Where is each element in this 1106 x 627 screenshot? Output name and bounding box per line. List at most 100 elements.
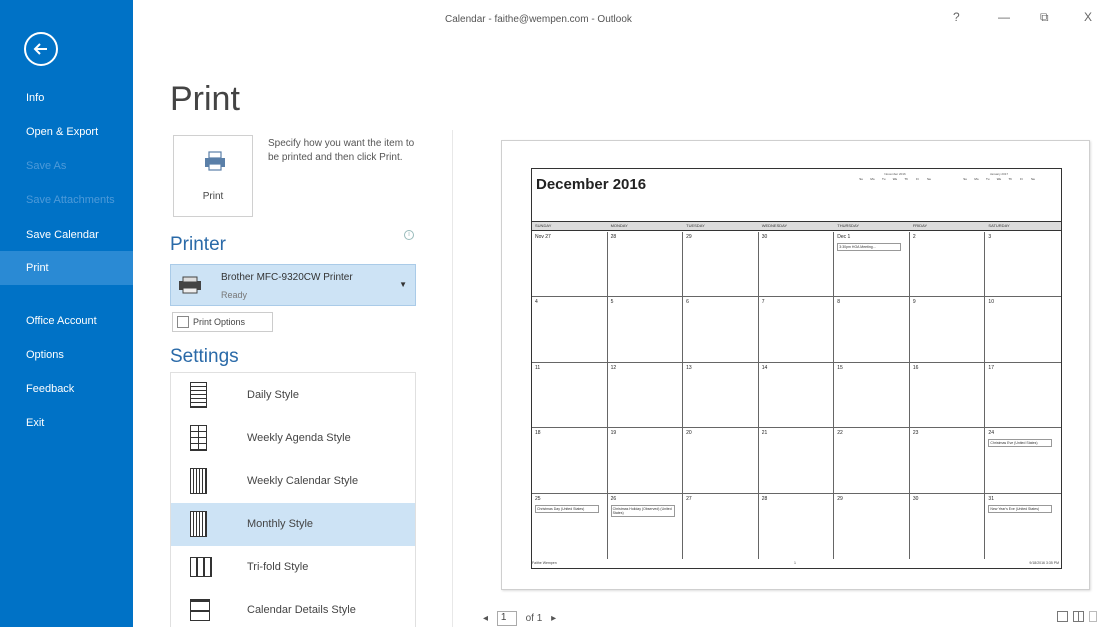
mini-calendar-day-header: Tu [986, 177, 990, 181]
preview-pager: ◂ 1 of 1 ▸ [483, 611, 556, 626]
day-cell: 12 [607, 362, 684, 429]
back-button[interactable] [24, 32, 58, 66]
outlook-backstage-window: Info Open & Export Save As Save Attachme… [0, 0, 1106, 627]
mini-calendar-day-header: Su [859, 177, 863, 181]
day-cell: 22 [834, 428, 910, 494]
day-number: 18 [535, 430, 541, 437]
sidebar-item-options[interactable]: Options [0, 338, 133, 372]
calendar-month-title: December 2016 [536, 176, 647, 193]
day-cell: 10 [985, 297, 1061, 363]
mini-calendar-january: January 2017 Su Mo Tu We Th Fr Sa [960, 172, 1038, 210]
sidebar-item-office-account[interactable]: Office Account [0, 304, 133, 338]
printer-device-icon [179, 276, 201, 294]
close-button[interactable]: X [1084, 10, 1092, 24]
next-page-button[interactable]: ▸ [551, 613, 556, 624]
mini-calendar-day-header: Fr [916, 177, 919, 181]
style-item-monthly[interactable]: Monthly Style [171, 503, 415, 546]
weekday-label: SUNDAY [535, 223, 552, 228]
mini-calendar-day-header: Th [904, 177, 909, 181]
dropdown-arrow-icon: ▼ [399, 280, 407, 289]
day-number: Dec 1 [837, 234, 851, 240]
restore-button[interactable]: ⧉ [1040, 10, 1049, 25]
day-cell: 17 [985, 363, 1061, 429]
calendar-event: Christmas Day (United States) [535, 504, 599, 513]
day-cell: 30 [910, 493, 986, 559]
multiple-pages-icon[interactable] [1073, 611, 1084, 622]
calendar-event: Christmas Eve (United States) [988, 439, 1053, 448]
printer-dropdown[interactable]: Brother MFC-9320CW Printer Ready ▼ [170, 264, 416, 306]
day-number: 9 [912, 299, 916, 306]
calendar-frame: December 2016 November 2016 Su Mo Tu We Th Fr… [531, 168, 1062, 569]
sidebar-item-feedback[interactable]: Feedback [0, 372, 133, 406]
style-item-daily[interactable]: Daily Style [171, 374, 415, 417]
day-number: 7 [761, 299, 765, 306]
print-button[interactable]: Print [173, 135, 253, 217]
day-number: 8 [837, 299, 841, 306]
minimize-button[interactable]: — [998, 10, 1010, 24]
style-item-trifold[interactable]: Tri-fold Style [171, 546, 415, 589]
day-number: 2 [912, 234, 916, 240]
daily-style-icon [190, 382, 207, 408]
weekly-agenda-style-icon [190, 425, 207, 451]
printer-name: Brother MFC-9320CW Printer [221, 272, 353, 283]
footer-page-number: 1 [794, 561, 796, 565]
day-number: 13 [686, 364, 692, 371]
print-preview-page: December 2016 November 2016 Su Mo Tu We Th Fr… [501, 140, 1090, 590]
day-number: 26 [610, 495, 617, 502]
style-item-calendar-details[interactable]: Calendar Details Style [171, 589, 415, 627]
info-icon[interactable]: i [404, 230, 414, 240]
mini-calendar-grid: Su Mo Tu We Th Fr Sa [856, 177, 934, 181]
trifold-style-icon [190, 557, 212, 577]
actual-size-icon[interactable] [1057, 611, 1068, 622]
weekday-header-row: SUNDAY MONDAY TUESDAY WEDNESDAY THURSDAY FRID… [532, 221, 1061, 231]
page-title: Print [170, 80, 240, 118]
day-cell: 2 [909, 232, 986, 298]
sidebar-item-exit[interactable]: Exit [0, 406, 133, 440]
weekday-label: SATURDAY [988, 223, 1010, 228]
backstage-sidebar: Info Open & Export Save As Save Attachme… [0, 0, 133, 627]
day-cell: 9 [909, 297, 986, 363]
help-button[interactable]: ? [953, 10, 960, 24]
day-number: 3 [988, 234, 992, 240]
page-number-input[interactable]: 1 [496, 611, 517, 626]
day-number: 17 [988, 364, 994, 371]
day-number: 31 [988, 495, 994, 502]
day-cell: 21 [758, 428, 835, 494]
day-cell: 29 [683, 232, 759, 298]
previous-page-button[interactable]: ◂ [483, 613, 488, 624]
day-cell: 5 [607, 297, 684, 363]
sidebar-item-save-calendar[interactable]: Save Calendar [0, 218, 133, 252]
sidebar-item-info[interactable]: Info [0, 81, 133, 115]
day-cell: 8 [834, 297, 910, 363]
sidebar-item-save-as: Save As [26, 160, 67, 172]
printer-icon [205, 151, 225, 171]
mini-calendar-day-header: Mo [974, 177, 979, 181]
day-cell: 28 [759, 493, 835, 559]
sidebar-item-open-export[interactable]: Open & Export [0, 115, 133, 149]
day-cell: 29 [834, 493, 910, 559]
style-label: Weekly Agenda Style [247, 432, 351, 444]
day-cell: 30 [758, 232, 835, 298]
monthly-style-icon [190, 511, 207, 537]
day-number: Nov 27 [535, 234, 551, 240]
weekday-label: TUESDAY [686, 223, 705, 228]
mini-calendar-day-header: Th [1008, 177, 1013, 181]
day-number: 29 [686, 234, 692, 240]
style-item-weekly-agenda[interactable]: Weekly Agenda Style [171, 417, 415, 460]
day-number: 4 [535, 299, 538, 306]
weekday-label: WEDNESDAY [761, 223, 788, 228]
style-item-weekly-calendar[interactable]: Weekly Calendar Style [171, 460, 415, 503]
day-number: 30 [912, 495, 919, 502]
style-label: Tri-fold Style [247, 561, 309, 573]
weekday-label: THURSDAY [837, 223, 859, 228]
mini-calendar-day-header: We [892, 177, 898, 181]
printer-status: Ready [221, 290, 248, 300]
day-cell: 7 [758, 297, 835, 363]
day-number: 30 [761, 234, 768, 240]
day-cell: 4 [532, 297, 608, 363]
mini-calendar-day-header: Tu [882, 177, 886, 181]
sidebar-item-print[interactable]: Print [0, 251, 133, 285]
page-view-icon[interactable] [1089, 611, 1097, 622]
day-cell: 26 Christmas Holiday (Observed) (United S… [608, 493, 684, 559]
print-options-button[interactable]: Print Options [172, 312, 273, 332]
